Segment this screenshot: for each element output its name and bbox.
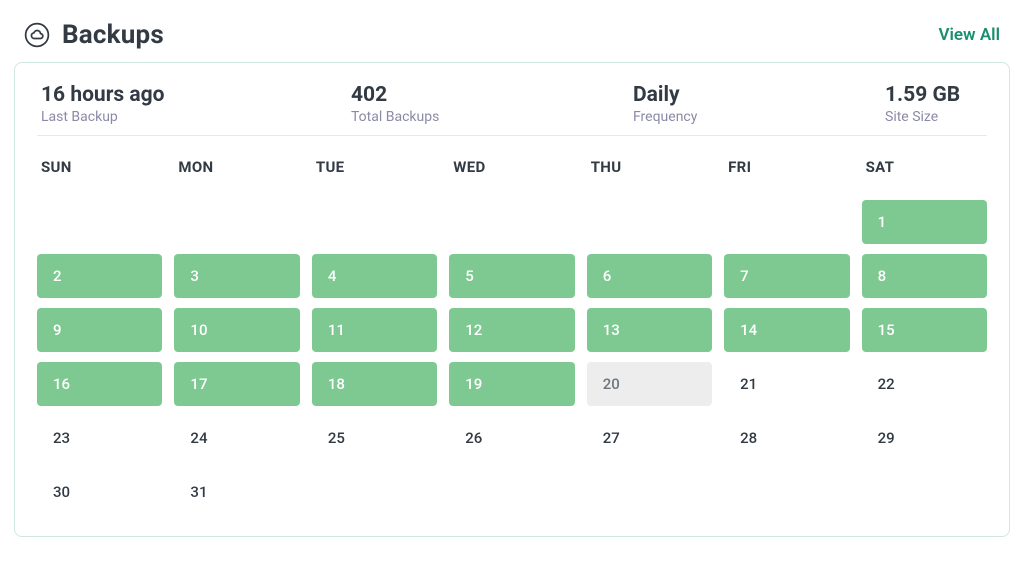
calendar-cell[interactable]: 4 [312,254,437,298]
calendar-cell[interactable]: 10 [174,308,299,352]
calendar-cell[interactable]: 2 [37,254,162,298]
stat-value: 1.59 GB [885,83,985,107]
calendar-day-header: FRI [724,156,849,190]
calendar-cell[interactable]: 9 [37,308,162,352]
calendar-day-header: TUE [312,156,437,190]
calendar-cell: 22 [862,362,987,406]
calendar-cell: 24 [174,416,299,460]
calendar-day-header: SAT [862,156,987,190]
calendar-cell: 28 [724,416,849,460]
calendar-cell[interactable]: 17 [174,362,299,406]
stat-frequency: Daily Frequency [633,83,885,125]
stat-label: Total Backups [351,109,633,125]
calendar-grid: SUNMONTUEWEDTHUFRISAT1234567891011121314… [37,156,987,514]
calendar-cell[interactable]: 13 [587,308,712,352]
stat-label: Last Backup [41,109,351,125]
calendar-cell[interactable]: 6 [587,254,712,298]
cloud-backup-icon [24,22,50,48]
stat-label: Site Size [885,109,985,125]
calendar-cell[interactable]: 5 [449,254,574,298]
calendar-cell[interactable]: 19 [449,362,574,406]
calendar-cell[interactable]: 3 [174,254,299,298]
calendar-cell[interactable]: 12 [449,308,574,352]
calendar-cell: 27 [587,416,712,460]
stat-last-backup: 16 hours ago Last Backup [41,83,351,125]
calendar-day-header: MON [174,156,299,190]
calendar-cell[interactable]: 18 [312,362,437,406]
stat-value: 16 hours ago [41,83,351,107]
calendar-cell[interactable]: 15 [862,308,987,352]
calendar-day-header: SUN [37,156,162,190]
stat-value: Daily [633,83,885,107]
stat-label: Frequency [633,109,885,125]
calendar-cell: 21 [724,362,849,406]
calendar-day-header: WED [449,156,574,190]
calendar-cell: 31 [174,470,299,514]
stats-row: 16 hours ago Last Backup 402 Total Backu… [37,83,987,136]
calendar-day-header: THU [587,156,712,190]
stat-value: 402 [351,83,633,107]
calendar-cell: 23 [37,416,162,460]
calendar-cell: 25 [312,416,437,460]
calendar-cell[interactable]: 20 [587,362,712,406]
calendar-cell[interactable]: 1 [862,200,987,244]
stat-total-backups: 402 Total Backups [351,83,633,125]
calendar-cell: 26 [449,416,574,460]
view-all-link[interactable]: View All [938,25,1000,45]
backups-panel: 16 hours ago Last Backup 402 Total Backu… [14,62,1010,537]
calendar-cell[interactable]: 11 [312,308,437,352]
calendar-cell[interactable]: 8 [862,254,987,298]
calendar-cell: 30 [37,470,162,514]
calendar-cell: 29 [862,416,987,460]
page-title: Backups [62,20,164,50]
calendar-cell[interactable]: 14 [724,308,849,352]
calendar-cell[interactable]: 7 [724,254,849,298]
calendar-cell[interactable]: 16 [37,362,162,406]
stat-site-size: 1.59 GB Site Size [885,83,985,125]
